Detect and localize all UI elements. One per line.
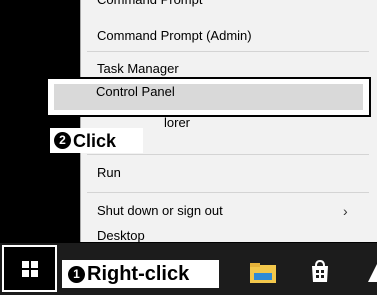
menu-item-command-prompt[interactable]: Command Prompt — [97, 0, 202, 8]
menu-item-task-manager[interactable]: Task Manager — [97, 61, 179, 77]
windows-start-icon — [22, 261, 38, 277]
chevron-right-icon: › — [343, 203, 348, 219]
control-panel-label: Control Panel — [96, 84, 175, 99]
edge-icon[interactable] — [366, 258, 377, 284]
step-2-badge: 2 — [54, 132, 71, 149]
right-click-callout-label: Right-click — [87, 263, 190, 285]
start-button[interactable] — [2, 245, 57, 292]
control-panel-highlight-frame: Control Panel — [46, 77, 371, 117]
menu-item-desktop[interactable]: Desktop — [97, 228, 145, 244]
menu-item-file-explorer[interactable]: lorer — [164, 115, 190, 131]
menu-item-shut-down[interactable]: Shut down or sign out — [97, 203, 223, 219]
start-context-menu: Command Prompt Command Prompt (Admin) Ta… — [80, 0, 377, 244]
menu-separator — [87, 154, 369, 155]
menu-item-command-prompt-admin[interactable]: Command Prompt (Admin) — [97, 28, 252, 44]
click-callout-label: Click — [73, 130, 117, 151]
click-callout: 2 Click — [50, 128, 143, 153]
menu-separator — [87, 51, 369, 52]
menu-separator — [87, 192, 369, 193]
step-1-badge: 1 — [68, 265, 85, 283]
right-click-callout: 1 Right-click — [62, 260, 219, 288]
store-icon[interactable] — [307, 258, 333, 284]
menu-item-run[interactable]: Run — [97, 165, 121, 181]
folder-icon[interactable] — [250, 263, 276, 283]
